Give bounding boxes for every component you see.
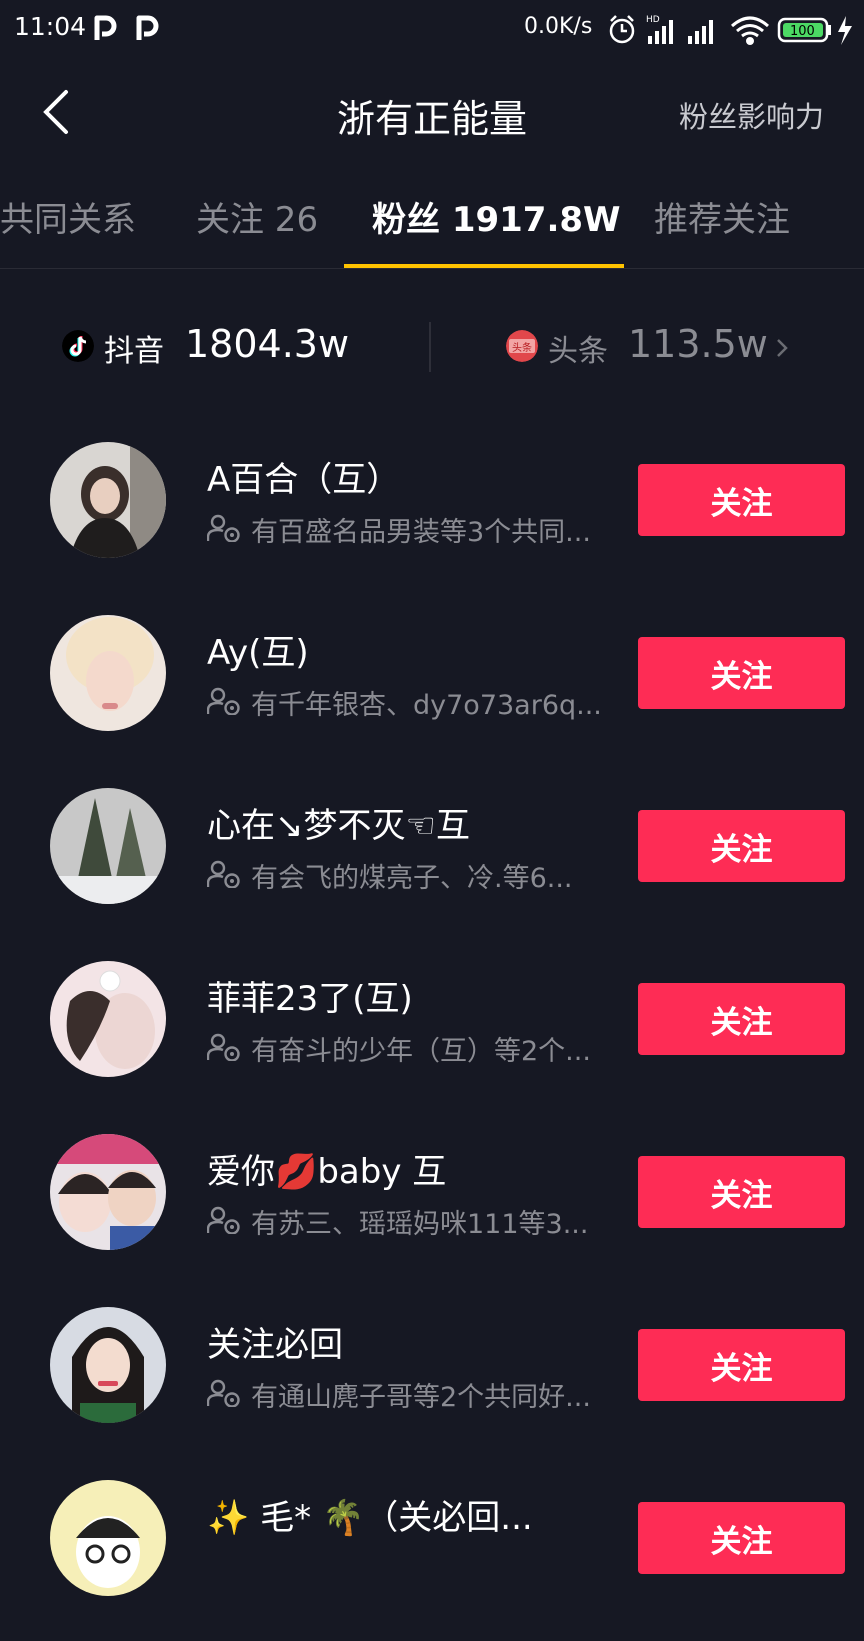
status-icons: HD 100 xyxy=(609,15,852,45)
follow-button[interactable]: 关注 xyxy=(638,810,845,882)
toutiao-label: 头条 xyxy=(548,334,608,369)
status-time: 11:04 xyxy=(14,12,87,41)
mutual-friends-icon xyxy=(207,1206,241,1234)
user-name: 爱你💋baby 互 xyxy=(207,1152,447,1192)
active-tab-indicator xyxy=(344,264,624,268)
user-name: Ay(互) xyxy=(207,633,309,673)
avatar[interactable] xyxy=(50,1480,166,1596)
tab-recommended[interactable]: 推荐关注 xyxy=(654,192,790,241)
mutual-friends-text: 有百盛名品男装等3个共同... xyxy=(251,517,591,548)
mutual-friends-icon xyxy=(207,687,241,715)
user-name: ✨ 毛* 🌴（关必回... xyxy=(207,1498,533,1538)
svg-text:头条: 头条 xyxy=(512,341,532,354)
mutual-friends-text: 有千年银杏、dy7o73ar6q... xyxy=(251,690,602,721)
mutual-friends-text: 有奋斗的少年（互）等2个... xyxy=(251,1036,591,1067)
status-bar: 11:04 0.0K/s HD 100 xyxy=(0,0,864,58)
mutual-friends-icon xyxy=(207,860,241,888)
follow-button[interactable]: 关注 xyxy=(638,1329,845,1401)
toutiao-value: 113.5w xyxy=(628,322,768,366)
tab-bar: 共同关系 关注 26 粉丝 1917.8W 推荐关注 xyxy=(0,170,864,269)
user-name: 菲菲23了(互) xyxy=(207,979,413,1019)
avatar[interactable] xyxy=(50,788,166,904)
app-notification-icon xyxy=(94,15,117,40)
signal-icon xyxy=(688,20,713,44)
top-nav: 浙有正能量 粉丝影响力 xyxy=(0,58,864,170)
follow-button[interactable]: 关注 xyxy=(638,637,845,709)
tab-mutual[interactable]: 共同关系 xyxy=(0,192,136,241)
charging-icon xyxy=(838,16,852,45)
douyin-logo-icon xyxy=(62,330,94,362)
list-item[interactable]: A百合（互） 有百盛名品男装等3个共同... 关注 xyxy=(0,430,864,603)
mutual-friends-icon xyxy=(207,1379,241,1407)
mutual-friends-text: 有会飞的煤亮子、冷.等6... xyxy=(251,863,573,894)
platform-fan-counts: 抖音 1804.3w 头条 头条 113.5w xyxy=(0,310,864,390)
tab-fans[interactable]: 粉丝 1917.8W xyxy=(372,192,621,241)
toutiao-logo-icon: 头条 xyxy=(506,330,538,362)
list-item[interactable]: ✨ 毛* 🌴（关必回... 关注 xyxy=(0,1468,864,1641)
list-item[interactable]: 关注必回 有通山麂子哥等2个共同好... 关注 xyxy=(0,1295,864,1468)
list-item[interactable]: 菲菲23了(互) 有奋斗的少年（互）等2个... 关注 xyxy=(0,949,864,1122)
chevron-right-icon xyxy=(777,339,788,357)
avatar[interactable] xyxy=(50,1307,166,1423)
battery-icon: 100 xyxy=(777,17,831,43)
network-speed: 0.0K/s xyxy=(524,14,593,39)
avatar[interactable] xyxy=(50,615,166,731)
list-item[interactable]: 心在↘梦不灭☜互 有会飞的煤亮子、冷.等6... 关注 xyxy=(0,776,864,949)
app-notification-icon xyxy=(136,15,159,40)
user-name: 关注必回 xyxy=(207,1325,343,1365)
follow-button[interactable]: 关注 xyxy=(638,1156,845,1228)
douyin-label: 抖音 xyxy=(104,334,164,369)
mutual-friends-icon xyxy=(207,1033,241,1061)
follow-button[interactable]: 关注 xyxy=(638,464,845,536)
signal-hd-icon: HD xyxy=(646,15,673,44)
fan-influence-link[interactable]: 粉丝影响力 xyxy=(679,94,824,136)
avatar[interactable] xyxy=(50,961,166,1077)
avatar[interactable] xyxy=(50,442,166,558)
divider xyxy=(429,322,431,372)
mutual-friends-icon xyxy=(207,514,241,542)
svg-text:HD: HD xyxy=(646,15,660,25)
user-name: 心在↘梦不灭☜互 xyxy=(207,806,470,846)
list-item[interactable]: 爱你💋baby 互 有苏三、瑶瑶妈咪111等3... 关注 xyxy=(0,1122,864,1295)
list-item[interactable]: Ay(互) 有千年银杏、dy7o73ar6q... 关注 xyxy=(0,603,864,776)
tab-following[interactable]: 关注 26 xyxy=(196,192,318,241)
mutual-friends-text: 有苏三、瑶瑶妈咪111等3... xyxy=(251,1209,589,1240)
alarm-icon xyxy=(609,15,635,44)
douyin-value: 1804.3w xyxy=(185,322,350,366)
follow-button[interactable]: 关注 xyxy=(638,983,845,1055)
wifi-icon xyxy=(731,16,769,45)
svg-text:100: 100 xyxy=(790,24,815,39)
mutual-friends-text: 有通山麂子哥等2个共同好... xyxy=(251,1382,591,1413)
avatar[interactable] xyxy=(50,1134,166,1250)
follow-button[interactable]: 关注 xyxy=(638,1502,845,1574)
user-name: A百合（互） xyxy=(207,460,401,500)
